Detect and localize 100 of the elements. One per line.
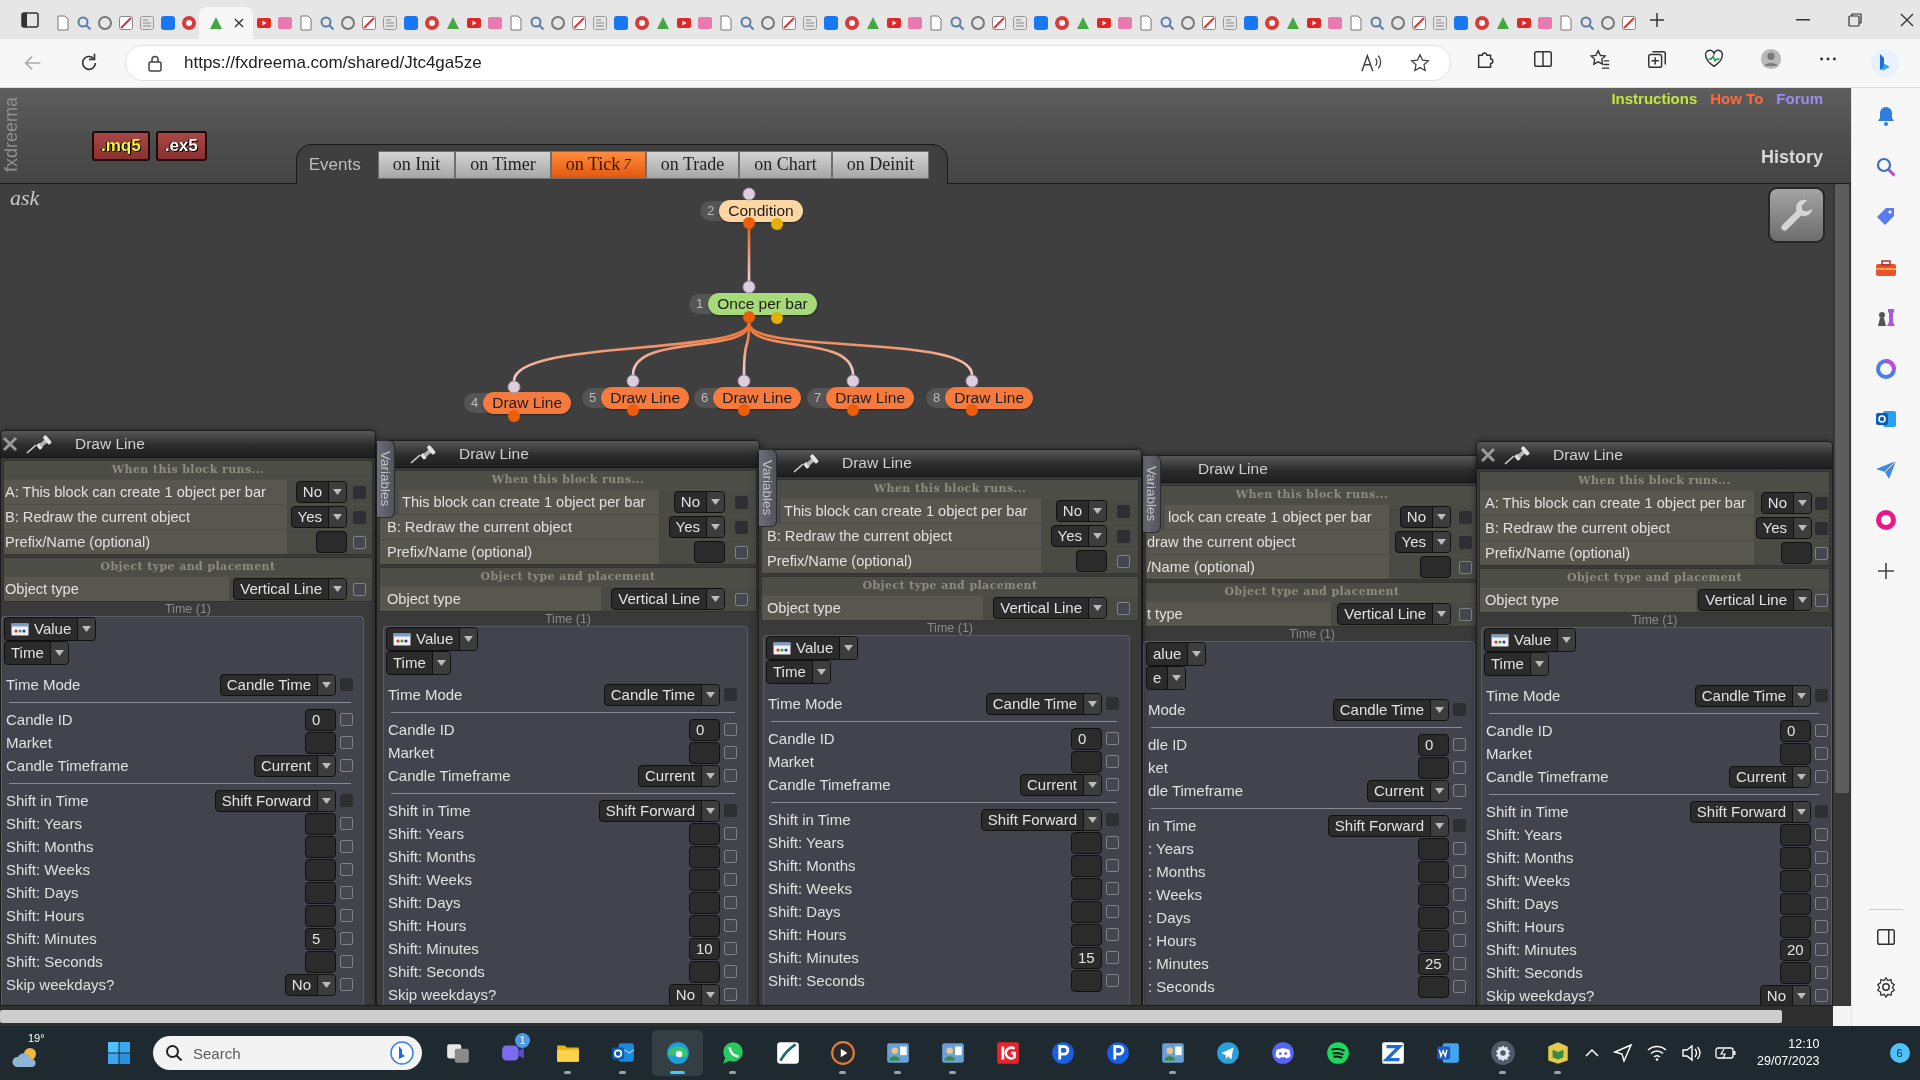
wifi-icon[interactable] — [1647, 1045, 1667, 1061]
lock-icon[interactable] — [148, 54, 162, 72]
flow-block[interactable]: Condition — [719, 200, 803, 222]
location-arrow-icon[interactable] — [1613, 1043, 1633, 1063]
pushpin-icon[interactable] — [792, 453, 820, 473]
collections-icon[interactable] — [1645, 48, 1668, 70]
dropdown[interactable]: Candle Time — [603, 683, 720, 706]
checkbox[interactable] — [340, 736, 353, 749]
input-field[interactable]: 0 — [305, 708, 336, 731]
checkbox[interactable] — [1815, 989, 1828, 1002]
checkbox[interactable] — [353, 582, 366, 596]
input-field[interactable]: 25 — [1418, 952, 1449, 975]
checkbox[interactable] — [724, 988, 737, 1001]
dropdown[interactable]: Vertical Line — [611, 588, 725, 610]
checkbox[interactable] — [1453, 957, 1466, 970]
input-field[interactable]: 0 — [1418, 733, 1449, 756]
dropdown[interactable]: Current — [1728, 765, 1811, 788]
output-port-icon[interactable] — [738, 404, 750, 416]
input-field[interactable] — [1071, 969, 1102, 992]
horizontal-scrollbar[interactable] — [0, 1006, 1851, 1026]
dropdown[interactable]: Yes — [1394, 531, 1451, 553]
checkbox[interactable] — [724, 965, 737, 978]
input-port-icon[interactable] — [846, 374, 860, 388]
checkbox[interactable] — [1815, 828, 1828, 841]
checkbox[interactable] — [340, 759, 353, 772]
checkbox[interactable] — [340, 863, 353, 876]
battery-icon[interactable] — [1715, 1046, 1737, 1060]
input-field[interactable] — [1781, 542, 1812, 564]
variables-tab[interactable]: Variables — [759, 449, 777, 527]
variables-tab[interactable]: Variables — [1143, 455, 1161, 533]
dropdown[interactable]: No — [668, 983, 720, 1005]
flow-block[interactable]: Draw Line — [713, 387, 801, 409]
input-field[interactable] — [1780, 961, 1811, 984]
output-port-icon[interactable] — [743, 217, 755, 229]
dropdown[interactable]: Time — [766, 660, 831, 684]
dropdown[interactable]: Value — [4, 617, 97, 641]
dropdown[interactable]: Vertical Line — [233, 578, 347, 600]
clock-time[interactable]: 12:10 — [1788, 1036, 1820, 1053]
checkbox[interactable] — [724, 769, 737, 782]
input-port-icon[interactable] — [737, 374, 751, 388]
star-icon[interactable] — [1410, 53, 1430, 73]
input-field[interactable] — [1071, 877, 1102, 900]
checkbox[interactable] — [1815, 966, 1828, 979]
history-link[interactable]: History — [1761, 147, 1823, 168]
flow-block[interactable]: Draw Line — [826, 387, 914, 409]
input-field[interactable] — [1420, 556, 1451, 578]
vertical-scrollbar[interactable] — [1833, 184, 1851, 1006]
input-field[interactable] — [305, 904, 336, 927]
output-port-icon[interactable] — [627, 404, 639, 416]
dropdown[interactable]: Current — [1366, 779, 1449, 802]
input-field[interactable]: 0 — [1780, 719, 1811, 742]
checkbox[interactable] — [735, 545, 748, 559]
input-field[interactable]: 10 — [689, 937, 720, 960]
input-port-icon[interactable] — [626, 374, 640, 388]
event-tab[interactable]: on Chart — [739, 150, 832, 179]
input-field[interactable] — [316, 531, 347, 553]
dropdown[interactable]: Value — [1484, 628, 1577, 652]
checkbox[interactable] — [1106, 951, 1119, 964]
favorites-icon[interactable] — [1588, 48, 1611, 70]
checkbox[interactable] — [340, 955, 353, 968]
dropdown[interactable]: Current — [637, 764, 720, 787]
checkbox[interactable] — [340, 713, 353, 726]
pushpin-icon[interactable] — [409, 444, 437, 464]
flow-block[interactable]: Draw Line — [601, 387, 689, 409]
input-field[interactable] — [689, 960, 720, 983]
event-tab[interactable]: on Deinit — [831, 150, 930, 179]
input-field[interactable] — [689, 822, 720, 845]
checkbox[interactable] — [1815, 593, 1828, 607]
checkbox[interactable] — [724, 827, 737, 840]
checkbox[interactable] — [1815, 546, 1828, 560]
dropdown[interactable]: No — [1399, 506, 1451, 528]
checkbox[interactable] — [1453, 784, 1466, 797]
checkbox[interactable] — [353, 535, 366, 549]
input-field[interactable] — [689, 868, 720, 891]
checkbox[interactable] — [735, 592, 748, 606]
flow-block[interactable]: Draw Line — [945, 387, 1033, 409]
speaker-icon[interactable] — [1681, 1044, 1701, 1062]
flow-block[interactable]: Once per bar — [708, 293, 817, 315]
dropdown[interactable]: Candle Time — [1694, 684, 1811, 707]
dropdown[interactable]: Yes — [1050, 525, 1107, 547]
checkbox[interactable] — [1106, 755, 1119, 768]
input-field[interactable] — [1418, 929, 1449, 952]
export-button[interactable]: .ex5 — [155, 131, 207, 161]
input-field[interactable] — [1418, 883, 1449, 906]
dropdown[interactable]: Shift Forward — [1689, 800, 1811, 823]
checkbox[interactable] — [1459, 560, 1472, 574]
dropdown[interactable]: No — [673, 491, 725, 513]
checkbox[interactable] — [1453, 738, 1466, 751]
close-icon[interactable] — [1, 435, 19, 453]
input-field[interactable] — [689, 741, 720, 764]
variables-tab[interactable]: Variables — [377, 440, 395, 518]
panel-toggle-icon[interactable] — [1875, 926, 1897, 948]
dropdown[interactable]: Shift Forward — [1327, 814, 1449, 837]
checkbox[interactable] — [724, 746, 737, 759]
dropdown[interactable]: No — [1055, 500, 1107, 522]
chevron-up-icon[interactable] — [1585, 1048, 1599, 1058]
dropdown[interactable]: No — [295, 481, 347, 503]
checkbox[interactable] — [340, 886, 353, 899]
read-aloud-icon[interactable] — [1360, 53, 1382, 73]
checkbox[interactable] — [1453, 934, 1466, 947]
